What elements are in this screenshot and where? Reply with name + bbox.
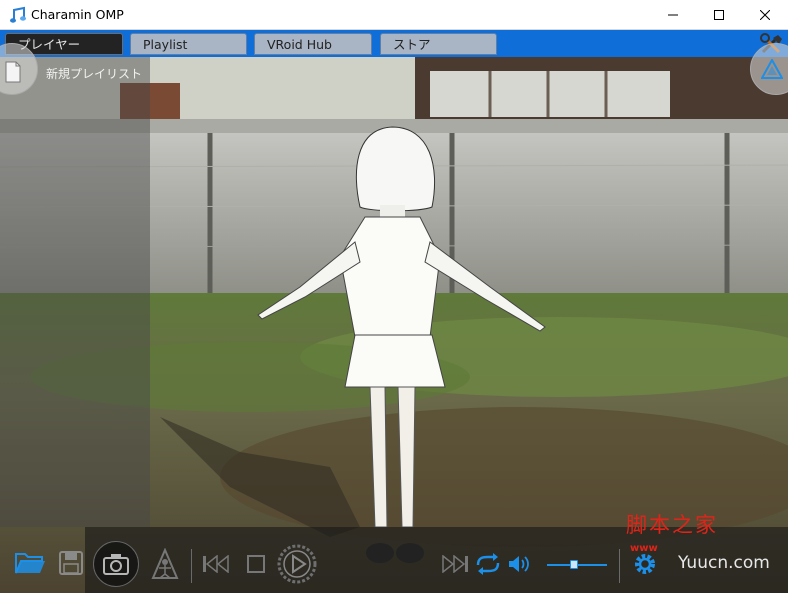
screenshot-button[interactable] xyxy=(93,541,139,587)
minimize-icon xyxy=(668,14,678,16)
close-icon xyxy=(760,10,770,20)
skip-back-button[interactable] xyxy=(200,551,232,577)
volume-slider-thumb[interactable] xyxy=(570,560,578,569)
window-title: Charamin OMP xyxy=(31,7,124,22)
minimize-button[interactable] xyxy=(650,0,696,30)
save-button[interactable] xyxy=(56,547,86,579)
folder-open-icon xyxy=(15,553,45,574)
title-bar: Charamin OMP xyxy=(0,0,788,30)
character-icon xyxy=(761,59,783,79)
separator xyxy=(619,549,620,583)
maximize-button[interactable] xyxy=(696,0,742,30)
skip-back-icon xyxy=(203,555,229,573)
repeat-button[interactable] xyxy=(473,551,503,577)
watermark: 脚本之家 www Yuucn.com xyxy=(626,509,786,579)
skip-forward-button[interactable] xyxy=(440,551,470,577)
tab-vroid-hub[interactable]: VRoid Hub xyxy=(254,33,372,55)
tab-bar: プレイヤー Playlist VRoid Hub ストア xyxy=(0,30,788,57)
close-button[interactable] xyxy=(742,0,788,30)
pose-icon xyxy=(151,548,179,579)
pose-button[interactable] xyxy=(148,547,182,581)
volume-button[interactable] xyxy=(505,551,533,577)
stop-icon xyxy=(247,555,265,573)
skip-forward-icon xyxy=(442,555,468,573)
watermark-www: www xyxy=(630,543,658,554)
camera-icon xyxy=(103,554,129,575)
document-icon xyxy=(5,61,21,83)
app-note-icon xyxy=(10,6,26,23)
save-icon xyxy=(59,551,83,575)
separator xyxy=(191,549,192,583)
playlist-sidebar: 新規プレイリスト xyxy=(0,43,150,527)
open-folder-button[interactable] xyxy=(12,547,48,579)
play-button[interactable] xyxy=(276,543,318,585)
volume-icon xyxy=(509,556,529,572)
watermark-title: 脚本之家 xyxy=(626,513,718,537)
stop-button[interactable] xyxy=(243,551,269,577)
watermark-site: Yuucn.com xyxy=(678,553,770,573)
maximize-icon xyxy=(714,10,724,20)
repeat-icon xyxy=(476,553,500,575)
tab-store[interactable]: ストア xyxy=(380,33,497,55)
new-playlist-label[interactable]: 新規プレイリスト xyxy=(46,65,142,82)
tab-playlist[interactable]: Playlist xyxy=(130,33,247,55)
play-icon xyxy=(277,544,317,584)
